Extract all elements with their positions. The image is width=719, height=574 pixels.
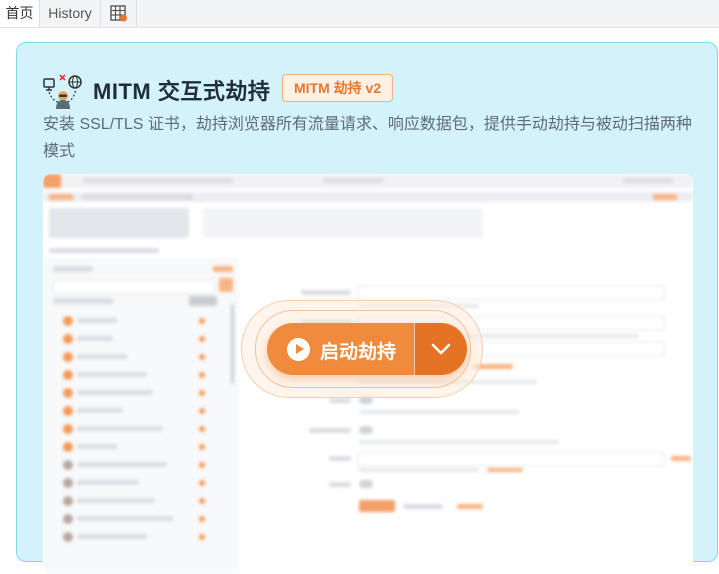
play-icon (287, 338, 310, 361)
version-badge: MITM 劫持 v2 (282, 74, 394, 102)
start-hijack-button[interactable]: 启动劫持 (267, 323, 415, 375)
mitm-network-icon (43, 74, 82, 109)
tab-history[interactable]: History (40, 0, 101, 27)
tab-bar: 首页 History (0, 0, 719, 28)
start-hijack-label: 启动劫持 (320, 342, 397, 363)
tab-table[interactable] (101, 0, 137, 27)
tab-home[interactable]: 首页 (0, 0, 40, 27)
card-title: MITM 交互式劫持 (93, 79, 271, 104)
chevron-down-icon (431, 343, 451, 355)
card-description: 安装 SSL/TLS 证书，劫持浏览器所有流量请求、响应数据包，提供手动劫持与被… (43, 116, 692, 160)
mitm-card: MITM 交互式劫持 MITM 劫持 v2 安装 SSL/TLS 证书，劫持浏览… (16, 42, 718, 574)
start-options-dropdown[interactable] (414, 323, 467, 375)
table-icon (110, 5, 127, 22)
start-hijack-button-group: 启动劫持 (267, 323, 467, 375)
preview-screenshot: 启动劫持 (43, 174, 693, 574)
